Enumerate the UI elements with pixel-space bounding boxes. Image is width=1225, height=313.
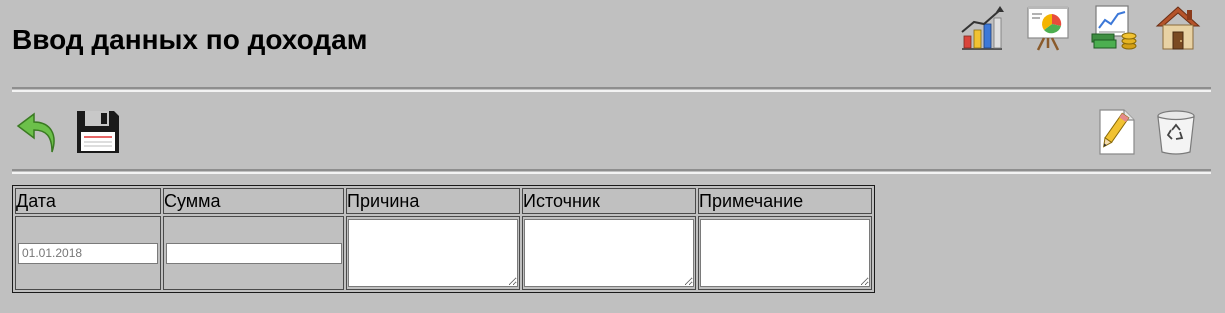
table-row — [15, 216, 872, 290]
note-cell — [698, 216, 872, 290]
page-title: Ввод данных по доходам — [12, 24, 368, 55]
recycle-bin-icon[interactable] — [1152, 108, 1200, 156]
divider-top — [12, 87, 1211, 92]
amount-input[interactable] — [165, 242, 342, 264]
save-floppy-icon[interactable] — [74, 108, 122, 156]
column-header-reason: Причина — [346, 188, 520, 214]
reason-cell — [346, 216, 520, 290]
column-header-date: Дата — [15, 188, 161, 214]
home-icon[interactable] — [1154, 4, 1202, 52]
amount-cell — [163, 216, 344, 290]
table-header-row: Дата Сумма Причина Источник Примечание — [15, 188, 872, 214]
presentation-pie-chart-icon[interactable] — [1024, 4, 1072, 52]
source-cell — [522, 216, 696, 290]
column-header-source: Источник — [522, 188, 696, 214]
note-textarea[interactable] — [700, 219, 870, 287]
reason-textarea[interactable] — [348, 219, 518, 287]
date-cell — [15, 216, 161, 290]
column-header-note: Примечание — [698, 188, 872, 214]
bar-chart-growth-icon[interactable] — [958, 4, 1006, 52]
divider-bottom — [12, 169, 1211, 174]
source-textarea[interactable] — [524, 219, 694, 287]
income-entry-table: Дата Сумма Причина Источник Примечание — [12, 185, 875, 293]
column-header-amount: Сумма — [163, 188, 344, 214]
back-arrow-icon[interactable] — [14, 108, 62, 156]
chart-money-icon[interactable] — [1090, 4, 1138, 52]
new-document-pencil-icon[interactable] — [1092, 108, 1140, 156]
date-input[interactable] — [18, 242, 158, 264]
